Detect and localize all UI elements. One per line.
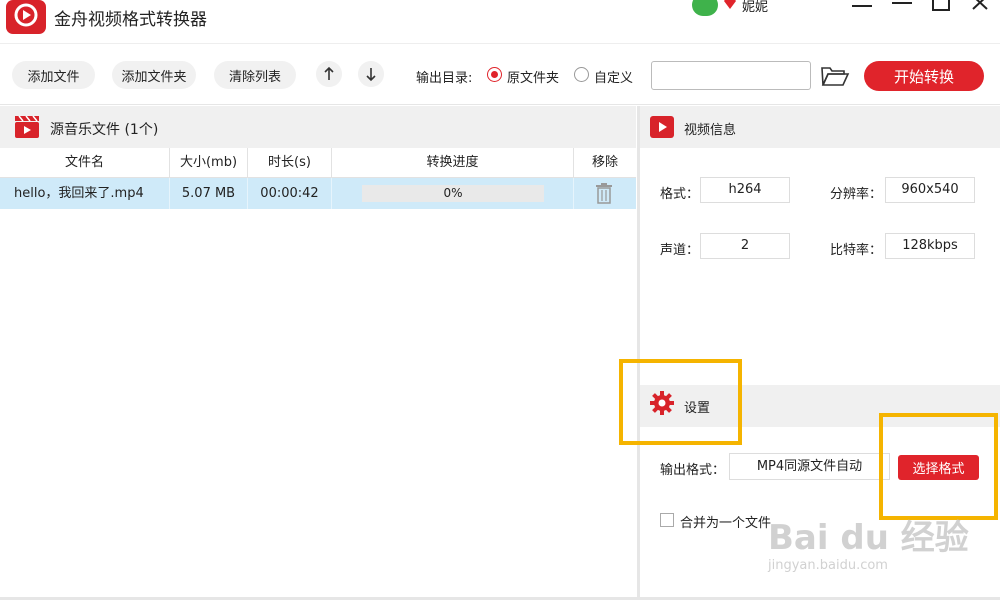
trash-icon[interactable] bbox=[595, 183, 613, 204]
add-file-button[interactable]: 添加文件 bbox=[12, 61, 95, 89]
watermark-brand: Bai du 经验 bbox=[768, 518, 969, 558]
watermark-url: jingyan.baidu.com bbox=[768, 558, 888, 573]
highlight-select-format bbox=[879, 413, 998, 520]
source-folder-radio[interactable] bbox=[487, 67, 502, 82]
file-name-cell: hello，我回来了.mp4 bbox=[0, 178, 170, 209]
column-remove: 移除 bbox=[591, 155, 618, 170]
column-size: 大小(mb) bbox=[170, 148, 248, 178]
user-badge-icon bbox=[724, 0, 736, 9]
custom-folder-radio[interactable] bbox=[574, 67, 589, 82]
clapperboard-icon bbox=[15, 116, 39, 138]
clear-list-button[interactable]: 清除列表 bbox=[214, 61, 296, 89]
minimize-icon[interactable] bbox=[888, 0, 918, 20]
custom-folder-label[interactable]: 自定义 bbox=[594, 67, 633, 86]
bitrate-label: 比特率： bbox=[830, 243, 883, 258]
merge-label[interactable]: 合并为一个文件 bbox=[680, 512, 771, 531]
output-dir-label: 输出目录: bbox=[416, 71, 473, 86]
column-duration: 时长(s) bbox=[248, 148, 332, 178]
file-size-cell: 5.07 MB bbox=[170, 178, 248, 209]
close-icon[interactable] bbox=[966, 0, 996, 20]
title-bar: 金舟视频格式转换器 妮妮 bbox=[0, 0, 1000, 44]
highlight-settings bbox=[619, 359, 742, 445]
user-name[interactable]: 妮妮 bbox=[742, 0, 768, 15]
column-file-name: 文件名 bbox=[0, 148, 170, 178]
output-format-value: MP4同源文件自动 bbox=[729, 453, 890, 480]
toolbar: 添加文件 添加文件夹 清除列表 输出目录: 原文件夹 自定义 开始转换 bbox=[0, 45, 1000, 105]
file-duration-cell: 00:00:42 bbox=[248, 178, 332, 209]
file-table-header: 文件名 大小(mb) 时长(s) 转换进度 移除 bbox=[0, 148, 636, 178]
progress-text: 0% bbox=[443, 186, 463, 200]
play-icon bbox=[650, 116, 674, 138]
panel-divider bbox=[637, 106, 640, 600]
move-down-icon[interactable] bbox=[358, 61, 384, 87]
column-progress: 转换进度 bbox=[332, 148, 574, 178]
merge-checkbox[interactable] bbox=[660, 513, 674, 527]
start-convert-button[interactable]: 开始转换 bbox=[864, 61, 984, 91]
add-folder-button[interactable]: 添加文件夹 bbox=[112, 61, 196, 89]
move-up-icon[interactable] bbox=[316, 61, 342, 87]
format-value: h264 bbox=[700, 177, 790, 203]
bitrate-value: 128kbps bbox=[885, 233, 975, 259]
channel-value: 2 bbox=[700, 233, 790, 259]
source-folder-label[interactable]: 原文件夹 bbox=[507, 67, 559, 86]
resolution-label: 分辨率： bbox=[830, 187, 883, 202]
source-files-title: 源音乐文件 (1个) bbox=[50, 122, 159, 138]
wechat-icon bbox=[692, 0, 718, 16]
resolution-value: 960x540 bbox=[885, 177, 975, 203]
video-info-title: 视频信息 bbox=[684, 123, 737, 138]
format-label: 格式： bbox=[660, 187, 700, 202]
menu-icon[interactable] bbox=[848, 0, 878, 20]
maximize-icon[interactable] bbox=[928, 0, 958, 20]
folder-open-icon[interactable] bbox=[820, 63, 850, 89]
channel-label: 声道： bbox=[660, 243, 700, 258]
app-title: 金舟视频格式转换器 bbox=[54, 10, 207, 30]
app-logo-icon bbox=[6, 0, 46, 34]
output-format-label: 输出格式： bbox=[660, 463, 726, 478]
output-path-input[interactable] bbox=[651, 61, 811, 90]
